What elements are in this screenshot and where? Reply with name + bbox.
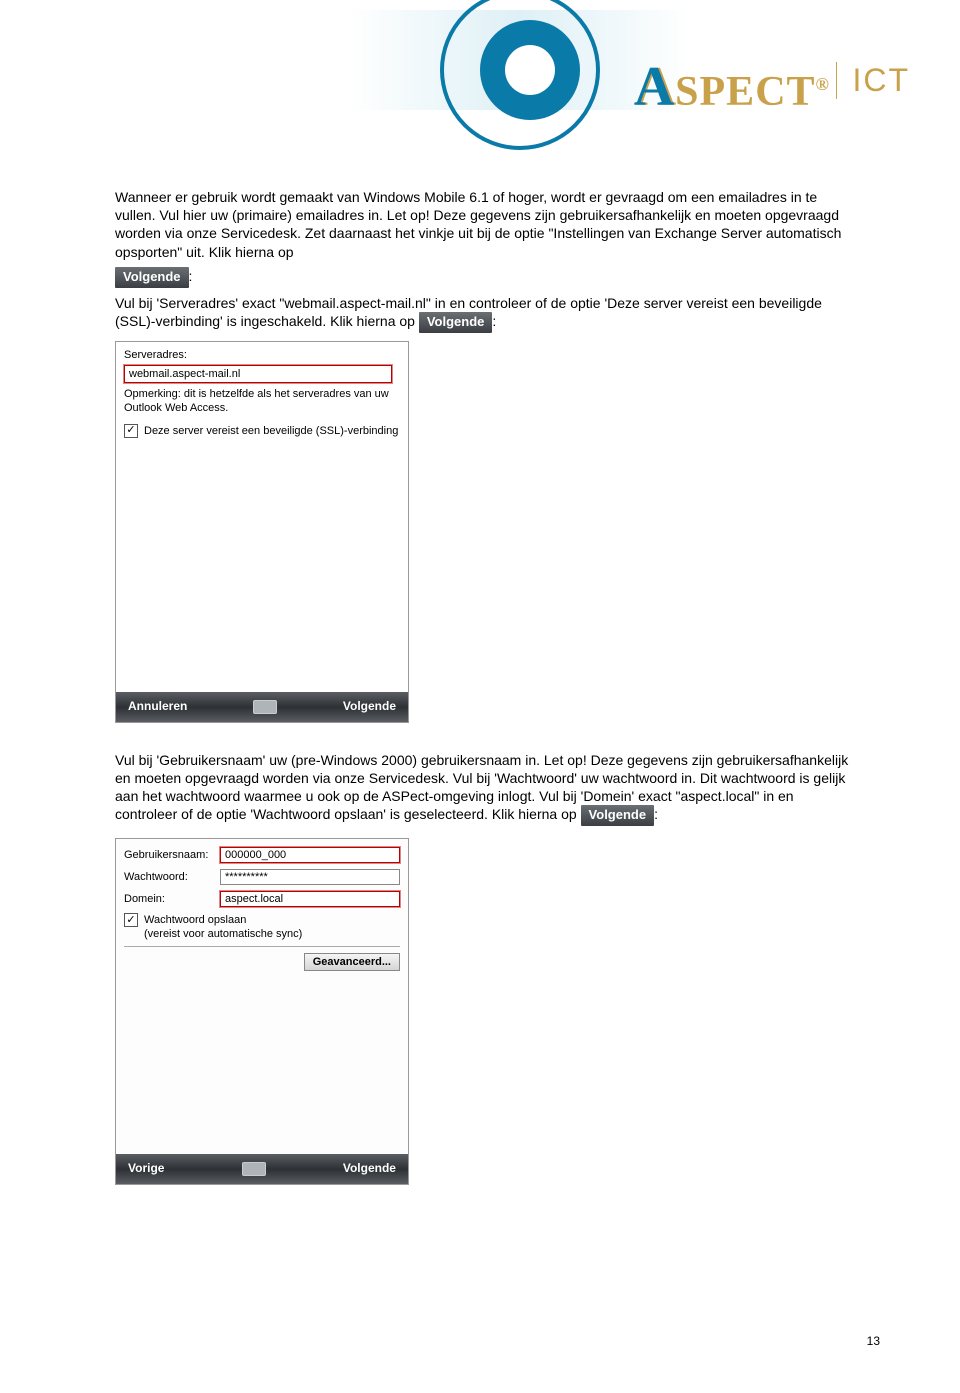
previous-button[interactable]: Vorige <box>128 1161 164 1177</box>
volgende-button-inline-1[interactable]: Volgende <box>115 267 189 288</box>
paragraph-3: Vul bij 'Gebruikersnaam' uw (pre-Windows… <box>115 751 855 826</box>
server-address-input[interactable] <box>124 365 392 383</box>
brand-logo: ASPECT® <box>634 55 830 119</box>
para3-suffix: : <box>654 806 658 822</box>
document-body: Wanneer er gebruik wordt gemaakt van Win… <box>115 188 855 1185</box>
brand-suffix: ICT <box>836 62 910 99</box>
save-pw-note: (vereist voor automatische sync) <box>144 928 302 940</box>
next-button[interactable]: Volgende <box>343 699 396 715</box>
domain-label: Domein: <box>124 892 216 906</box>
para1-suffix: : <box>189 268 193 284</box>
paragraph-2: Vul bij 'Serveradres' exact "webmail.asp… <box>115 294 855 333</box>
username-label: Gebruikersnaam: <box>124 848 216 862</box>
brand-reg: ® <box>816 74 830 94</box>
keyboard-icon[interactable] <box>242 1162 266 1176</box>
page-number: 13 <box>867 1334 880 1348</box>
server-address-label: Serveradres: <box>124 348 400 362</box>
next-button-2[interactable]: Volgende <box>343 1161 396 1177</box>
brand-prefix: A <box>634 56 675 118</box>
para1-text: Wanneer er gebruik wordt gemaakt van Win… <box>115 189 841 260</box>
page-header: ASPECT® ICT <box>410 0 910 160</box>
para2-suffix: : <box>492 313 496 329</box>
save-password-checkbox[interactable]: ✓ <box>124 913 138 927</box>
save-password-label: Wachtwoord opslaan (vereist voor automat… <box>144 913 302 942</box>
domain-input[interactable] <box>220 891 400 907</box>
cancel-button[interactable]: Annuleren <box>128 699 187 715</box>
server-address-note: Opmerking: dit is hetzelfde als het serv… <box>124 388 400 416</box>
save-pw-text: Wachtwoord opslaan <box>144 914 246 926</box>
logo-circles-icon <box>430 0 610 170</box>
password-label: Wachtwoord: <box>124 870 216 884</box>
volgende-button-inline-2[interactable]: Volgende <box>419 312 493 333</box>
keyboard-icon[interactable] <box>253 700 277 714</box>
dialog2-footer: Vorige Volgende <box>116 1154 408 1184</box>
brand-main: SPECT <box>675 69 815 115</box>
volgende-button-inline-3[interactable]: Volgende <box>581 805 655 826</box>
credentials-dialog: Gebruikersnaam: Wachtwoord: Domein: ✓ Wa… <box>115 838 409 1185</box>
ssl-checkbox[interactable]: ✓ <box>124 424 138 438</box>
password-input[interactable] <box>220 869 400 885</box>
advanced-button[interactable]: Geavanceerd... <box>304 953 400 971</box>
paragraph-1: Wanneer er gebruik wordt gemaakt van Win… <box>115 188 855 261</box>
para3-text: Vul bij 'Gebruikersnaam' uw (pre-Windows… <box>115 752 848 823</box>
dialog1-footer: Annuleren Volgende <box>116 692 408 722</box>
server-address-dialog: Serveradres: Opmerking: dit is hetzelfde… <box>115 341 409 723</box>
ssl-checkbox-label: Deze server vereist een beveiligde (SSL)… <box>144 424 398 438</box>
username-input[interactable] <box>220 847 400 863</box>
